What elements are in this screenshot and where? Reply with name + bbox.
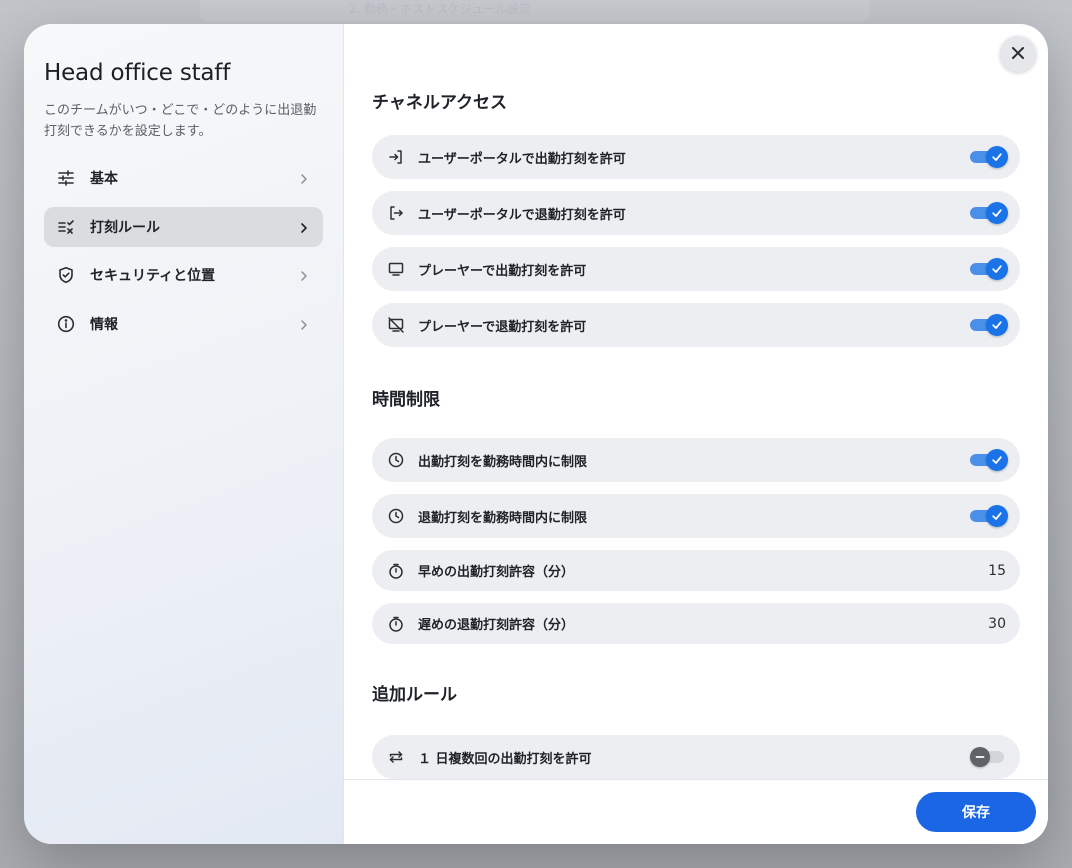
shield-check-icon bbox=[56, 265, 76, 285]
sidebar-item-label: 基本 bbox=[90, 171, 118, 187]
setting-row: 出勤打刻を勤務時間内に制限 bbox=[372, 438, 1020, 482]
team-description: このチームがいつ・どこで・どのように出退勤打刻できるかを設定します。 bbox=[44, 103, 317, 139]
section-title-time-restrictions: 時間制限 bbox=[372, 390, 440, 410]
setting-label: プレーヤーで出勤打刻を許可 bbox=[418, 263, 587, 279]
late-clockout-minutes-value[interactable]: 30 bbox=[988, 616, 1006, 632]
toggle-switch[interactable] bbox=[970, 314, 1008, 336]
settings-scroll-area[interactable]: チャネルアクセス ユーザーポータルで出勤打刻を許可 ユーザーポータルで退勤打刻を… bbox=[344, 24, 1048, 779]
check-icon bbox=[986, 449, 1008, 471]
check-icon bbox=[986, 314, 1008, 336]
team-title: Head office staff bbox=[44, 60, 231, 86]
check-icon bbox=[986, 258, 1008, 280]
check-icon bbox=[986, 505, 1008, 527]
check-icon bbox=[986, 202, 1008, 224]
save-button[interactable]: 保存 bbox=[916, 792, 1036, 832]
logout-icon bbox=[388, 205, 404, 221]
chevron-right-icon bbox=[297, 268, 311, 282]
sidebar-item-basic[interactable]: 基本 bbox=[44, 158, 323, 198]
repeat-icon bbox=[388, 749, 404, 765]
sidebar-item-info[interactable]: 情報 bbox=[44, 304, 323, 344]
section-title-channel-access: チャネルアクセス bbox=[372, 93, 507, 113]
toggle-switch[interactable] bbox=[970, 449, 1008, 471]
setting-row: ユーザーポータルで出勤打刻を許可 bbox=[372, 135, 1020, 179]
setting-row: プレーヤーで出勤打刻を許可 bbox=[372, 247, 1020, 291]
close-button[interactable] bbox=[1000, 36, 1036, 72]
setting-label: 出勤打刻を勤務時間内に制限 bbox=[418, 454, 588, 470]
setting-row: プレーヤーで退勤打刻を許可 bbox=[372, 303, 1020, 347]
clock-icon bbox=[388, 452, 404, 468]
monitor-icon bbox=[388, 261, 404, 277]
minus-icon bbox=[970, 747, 990, 767]
chevron-right-icon bbox=[297, 220, 311, 234]
clock-icon bbox=[388, 508, 404, 524]
sidebar: Head office staff このチームがいつ・どこで・どのように出退勤打… bbox=[24, 24, 344, 844]
timer-icon bbox=[388, 563, 404, 579]
toggle-switch[interactable] bbox=[970, 746, 1006, 768]
sidebar-item-clock-rules[interactable]: 打刻ルール bbox=[44, 206, 323, 247]
settings-modal: Head office staff このチームがいつ・どこで・どのように出退勤打… bbox=[24, 24, 1048, 844]
modal-footer: 保存 bbox=[344, 779, 1048, 844]
info-icon bbox=[56, 314, 76, 334]
setting-label: プレーヤーで退勤打刻を許可 bbox=[418, 319, 587, 335]
toggle-switch[interactable] bbox=[970, 258, 1008, 280]
sliders-icon bbox=[56, 168, 76, 188]
timer-icon bbox=[388, 616, 404, 632]
setting-label: ユーザーポータルで退勤打刻を許可 bbox=[418, 207, 626, 223]
checklist-icon bbox=[56, 217, 76, 237]
setting-label: 遅めの退勤打刻許容（分） bbox=[418, 618, 575, 633]
setting-label: １ 日複数回の出勤打刻を許可 bbox=[418, 751, 592, 767]
main-panel: チャネルアクセス ユーザーポータルで出勤打刻を許可 ユーザーポータルで退勤打刻を… bbox=[344, 24, 1048, 844]
sidebar-item-label: 情報 bbox=[90, 316, 118, 333]
check-icon bbox=[986, 146, 1008, 168]
sidebar-item-security-location[interactable]: セキュリティと位置 bbox=[44, 255, 323, 295]
early-clockin-minutes-value[interactable]: 15 bbox=[988, 563, 1006, 579]
toggle-switch[interactable] bbox=[970, 202, 1008, 224]
setting-row: ユーザーポータルで退勤打刻を許可 bbox=[372, 191, 1020, 235]
monitor-off-icon bbox=[388, 317, 404, 333]
setting-row: 遅めの退勤打刻許容（分） 30 bbox=[372, 603, 1020, 644]
setting-label: 退勤打刻を勤務時間内に制限 bbox=[418, 510, 588, 526]
toggle-switch[interactable] bbox=[970, 505, 1008, 527]
close-icon bbox=[1011, 45, 1025, 64]
chevron-right-icon bbox=[297, 171, 311, 185]
section-title-additional-rules: 追加ルール bbox=[372, 685, 457, 705]
setting-row: １ 日複数回の出勤打刻を許可 bbox=[372, 735, 1020, 779]
setting-row: 退勤打刻を勤務時間内に制限 bbox=[372, 494, 1020, 538]
sidebar-item-label: セキュリティと位置 bbox=[90, 268, 216, 284]
setting-row: 早めの出勤打刻許容（分） 15 bbox=[372, 550, 1020, 591]
login-icon bbox=[388, 149, 404, 165]
sidebar-item-label: 打刻ルール bbox=[90, 219, 160, 236]
setting-label: ユーザーポータルで出勤打刻を許可 bbox=[418, 151, 626, 167]
setting-label: 早めの出勤打刻許容（分） bbox=[418, 565, 575, 580]
backdrop-ghost-text: 2. 勤務・ホストスケジュール設定 bbox=[348, 2, 532, 16]
chevron-right-icon bbox=[297, 317, 311, 331]
toggle-switch[interactable] bbox=[970, 146, 1008, 168]
